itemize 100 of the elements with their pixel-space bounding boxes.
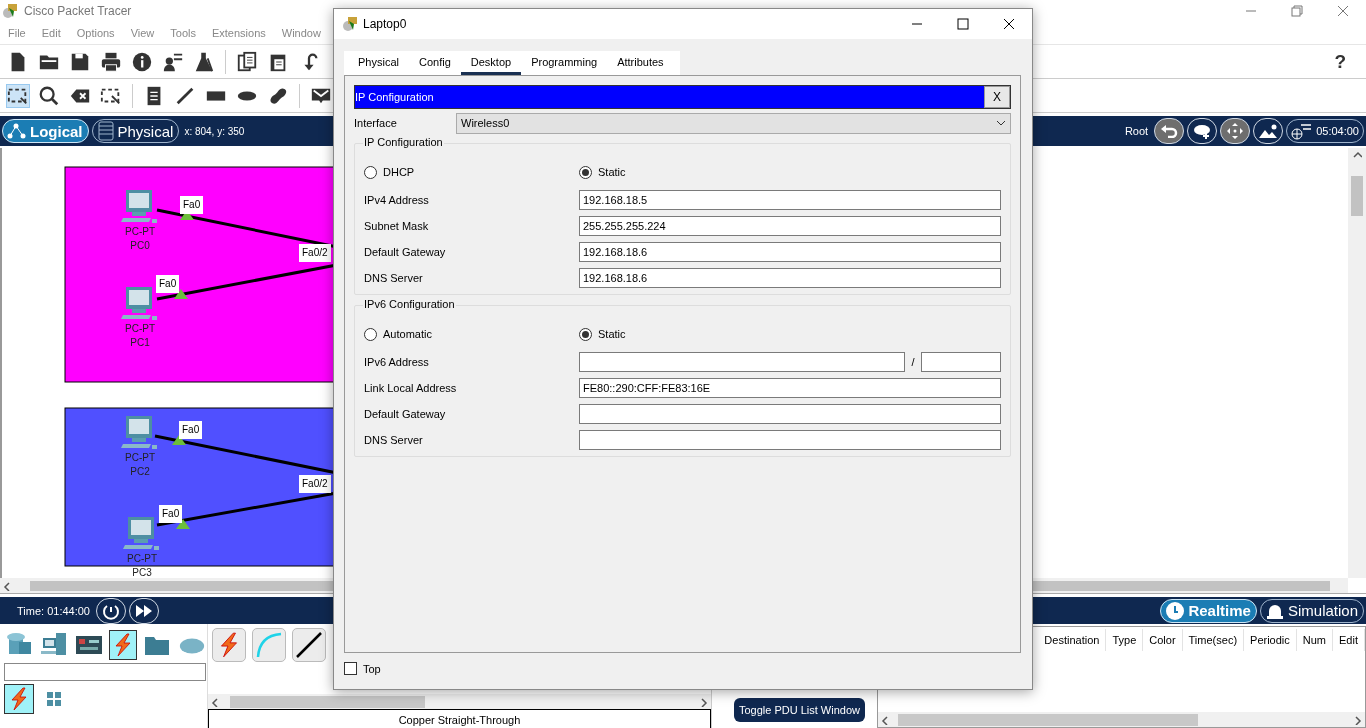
computer-icon xyxy=(120,415,160,451)
device-model: PC-PT xyxy=(125,225,155,239)
device-model: PC-PT xyxy=(127,552,157,566)
port-label: Fa0 xyxy=(156,275,180,293)
scrollbar-thumb[interactable] xyxy=(230,695,425,708)
menu-item[interactable]: Options xyxy=(68,27,123,39)
root-label: Root xyxy=(1124,125,1149,137)
device-category[interactable] xyxy=(109,630,137,660)
tab[interactable]: Desktop xyxy=(460,51,522,75)
input-field[interactable] xyxy=(579,430,1001,450)
checkbox[interactable] xyxy=(344,662,357,675)
port-label: Fa0/2 xyxy=(299,475,331,493)
toggle-pdu-button[interactable]: Toggle PDU List Window xyxy=(733,698,865,722)
computer-icon xyxy=(120,286,160,322)
rack-icon xyxy=(96,121,115,141)
menu-item[interactable]: File xyxy=(0,27,34,39)
scrollbar-thumb[interactable] xyxy=(1351,176,1363,216)
input-field[interactable] xyxy=(579,404,1001,424)
field-label: Subnet Mask xyxy=(364,220,430,232)
view-tab[interactable]: Logical xyxy=(2,119,89,143)
connection-type[interactable] xyxy=(292,628,326,662)
help-button[interactable]: ? xyxy=(1328,49,1352,74)
back-arrow-icon[interactable] xyxy=(1154,118,1185,144)
input-field[interactable]: 192.168.18.6 xyxy=(579,242,1001,262)
column-header: Periodic xyxy=(1244,629,1297,651)
column-header: Time(sec) xyxy=(1182,629,1245,651)
window-title: Cisco Packet Tracer xyxy=(24,4,132,18)
computer-icon xyxy=(40,632,68,658)
time-label: Time: 01:44:00 xyxy=(17,604,90,617)
radio-button[interactable] xyxy=(364,165,377,179)
port-label: Fa0/2 xyxy=(299,244,331,262)
radio-button[interactable] xyxy=(579,327,592,341)
link-status-triangle xyxy=(172,435,186,445)
radio-label: Static xyxy=(598,166,626,178)
menu-item[interactable]: View xyxy=(122,27,163,39)
column-header: Color xyxy=(1143,629,1183,651)
horizontal-scrollbar[interactable] xyxy=(208,694,711,709)
field-label: Interface xyxy=(354,117,398,129)
port-label: Fa0 xyxy=(180,196,204,214)
clock-icon xyxy=(1165,600,1186,621)
device-name: PC2 xyxy=(130,465,150,479)
device-name: PC0 xyxy=(130,239,150,253)
device-model: PC-PT xyxy=(125,451,155,465)
panel-title: IP Configuration xyxy=(355,91,434,103)
tab[interactable]: Physical xyxy=(348,51,409,75)
dialog-title: Laptop0 xyxy=(363,17,407,31)
field-label: IPv6 Address xyxy=(364,356,430,368)
scrollbar-thumb[interactable] xyxy=(898,713,1199,726)
search-field[interactable] xyxy=(4,663,206,681)
interface-dropdown[interactable]: Wireless0 xyxy=(456,112,1011,134)
straight-cable-icon xyxy=(295,631,323,659)
menu-item[interactable]: Edit xyxy=(33,27,69,39)
prefix-field[interactable] xyxy=(921,352,1001,372)
select-icon[interactable] xyxy=(6,83,30,108)
app-icon xyxy=(342,16,358,32)
copy-icon[interactable] xyxy=(235,49,259,74)
globe-icon xyxy=(1291,122,1314,140)
input-field[interactable] xyxy=(579,352,905,372)
radio-button[interactable] xyxy=(364,327,377,341)
menu-item[interactable]: Window xyxy=(273,27,329,39)
separator-label: / xyxy=(910,356,916,368)
vertical-scrollbar[interactable] xyxy=(1348,148,1366,578)
radio-label: Static xyxy=(598,328,626,340)
computer-icon xyxy=(120,189,160,225)
column-header: Type xyxy=(1106,629,1144,651)
radio-button[interactable] xyxy=(579,165,592,179)
tab[interactable]: Programming xyxy=(521,51,608,75)
device-model: PC-PT xyxy=(125,322,155,336)
link-status-triangle xyxy=(176,519,190,529)
tab[interactable]: Attributes xyxy=(607,51,674,75)
port-label: Fa0 xyxy=(179,421,203,439)
chevron-down-icon xyxy=(996,120,1006,126)
cursor-coordinates: x: 804, y: 350 xyxy=(184,125,245,137)
device-subcategory[interactable] xyxy=(4,684,34,714)
move-icon[interactable] xyxy=(1220,118,1251,144)
column-header: Destination xyxy=(1038,629,1107,651)
menu-item[interactable]: Tools xyxy=(162,27,204,39)
device-name: PC3 xyxy=(132,566,152,578)
tab[interactable]: Config xyxy=(408,51,461,75)
horizontal-scrollbar[interactable] xyxy=(878,712,1365,727)
input-field[interactable]: 192.168.18.6 xyxy=(579,268,1001,288)
mode-tab[interactable]: Realtime xyxy=(1160,598,1257,623)
group-title: IP Configuration xyxy=(363,136,444,148)
input-field[interactable]: FE80::290:CFF:FE83:16E xyxy=(579,378,1001,398)
computer-icon xyxy=(122,516,162,552)
checkbox-label: Top xyxy=(363,662,381,675)
close-button[interactable]: X xyxy=(984,86,1010,108)
field-label: Default Gateway xyxy=(364,408,447,420)
column-header: Num xyxy=(1296,629,1334,651)
link-status-triangle xyxy=(174,289,188,299)
menu-item[interactable]: Extensions xyxy=(203,27,274,39)
topology-icon xyxy=(7,122,27,140)
connection-caption: Copper Straight-Through xyxy=(208,709,711,728)
input-field[interactable]: 255.255.255.224 xyxy=(579,216,1001,236)
field-label: Link Local Address xyxy=(364,382,458,394)
curved-cable-icon xyxy=(255,631,283,659)
input-field[interactable]: 192.168.18.5 xyxy=(579,190,1001,210)
field-label: DNS Server xyxy=(364,272,424,284)
field-label: IPv4 Address xyxy=(364,194,430,206)
device-name: PC1 xyxy=(130,336,150,350)
